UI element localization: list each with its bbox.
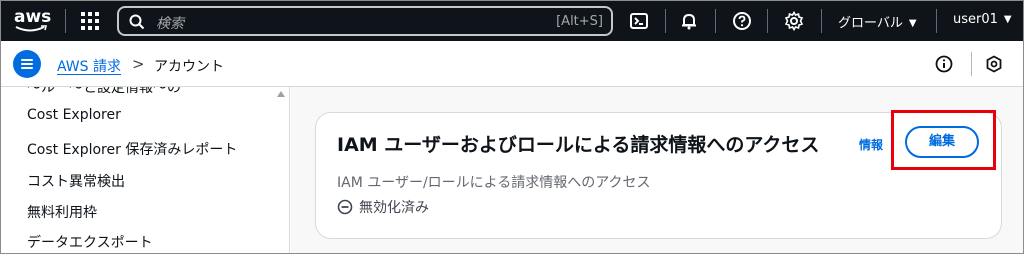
divider bbox=[665, 9, 666, 33]
cloudshell-icon[interactable] bbox=[629, 11, 649, 31]
divider bbox=[936, 9, 937, 33]
help-icon[interactable] bbox=[732, 11, 752, 31]
aws-logo-text: aws bbox=[14, 7, 52, 27]
notifications-bell-icon[interactable] bbox=[679, 11, 699, 31]
sidebar-item-data-exports[interactable]: データエクスポート bbox=[27, 232, 153, 252]
page-frame: aws 検索 [Alt+S] グローバル ▼ user01 ▼ AWS 請求 >… bbox=[0, 0, 1024, 254]
top-navigation-bar: aws 検索 [Alt+S] グローバル ▼ user01 ▼ bbox=[1, 1, 1023, 41]
search-shortcut: [Alt+S] bbox=[556, 14, 603, 29]
divider bbox=[715, 9, 716, 33]
search-placeholder: 検索 bbox=[156, 16, 184, 32]
scroll-up-arrow-icon[interactable] bbox=[277, 91, 285, 97]
disabled-status-icon bbox=[337, 199, 353, 215]
region-label: グローバル bbox=[838, 16, 903, 31]
user-menu[interactable]: user01 ▼ bbox=[953, 12, 1012, 27]
services-grid-icon[interactable] bbox=[81, 12, 99, 30]
info-icon[interactable] bbox=[935, 55, 953, 73]
aws-smile-icon bbox=[15, 25, 47, 32]
sidebar-item-partial[interactable]: 〜ルー〜と設定情報〜の bbox=[27, 87, 181, 97]
breadcrumb-service-link[interactable]: AWS 請求 bbox=[57, 56, 121, 76]
panel-info-link[interactable]: 情報 bbox=[859, 136, 883, 153]
breadcrumb-current: アカウント bbox=[154, 59, 224, 75]
breadcrumb-bar: AWS 請求 > アカウント bbox=[1, 41, 1023, 87]
panel-title: IAM ユーザーおよびロールによる請求情報へのアクセス bbox=[337, 134, 820, 156]
search-bar[interactable]: 検索 [Alt+S] bbox=[117, 6, 613, 36]
status-indicator: 無効化済み bbox=[337, 197, 429, 217]
divider bbox=[821, 9, 822, 33]
settings-gear-icon[interactable] bbox=[784, 11, 804, 31]
sidebar-item-free-tier[interactable]: 無料利用枠 bbox=[27, 202, 97, 222]
divider bbox=[971, 52, 972, 76]
sidebar-item-anomaly-detection[interactable]: コスト異常検出 bbox=[27, 171, 125, 191]
side-navigation: 〜ルー〜と設定情報〜の Cost Explorer Cost Explorer … bbox=[1, 87, 290, 253]
status-text: 無効化済み bbox=[359, 200, 429, 216]
region-selector[interactable]: グローバル ▼ bbox=[838, 12, 917, 31]
navigation-menu-button[interactable] bbox=[13, 50, 41, 78]
divider bbox=[65, 9, 66, 33]
sidebar-scrollbar[interactable] bbox=[273, 87, 289, 253]
divider bbox=[767, 9, 768, 33]
panel-description: IAM ユーザー/ロールによる請求情報へのアクセス bbox=[337, 175, 651, 191]
breadcrumb-separator-icon: > bbox=[132, 55, 145, 73]
aws-logo[interactable]: aws bbox=[13, 7, 52, 35]
caret-down-icon: ▼ bbox=[1003, 14, 1012, 25]
caret-down-icon: ▼ bbox=[908, 18, 917, 29]
highlight-annotation-box bbox=[891, 110, 996, 170]
search-icon bbox=[129, 14, 145, 30]
user-label: user01 bbox=[953, 12, 998, 27]
sidebar-item-saved-reports[interactable]: Cost Explorer 保存済みレポート bbox=[27, 139, 237, 159]
notifications-hexagon-icon[interactable] bbox=[985, 55, 1003, 73]
sidebar-item-cost-explorer[interactable]: Cost Explorer bbox=[27, 107, 121, 123]
